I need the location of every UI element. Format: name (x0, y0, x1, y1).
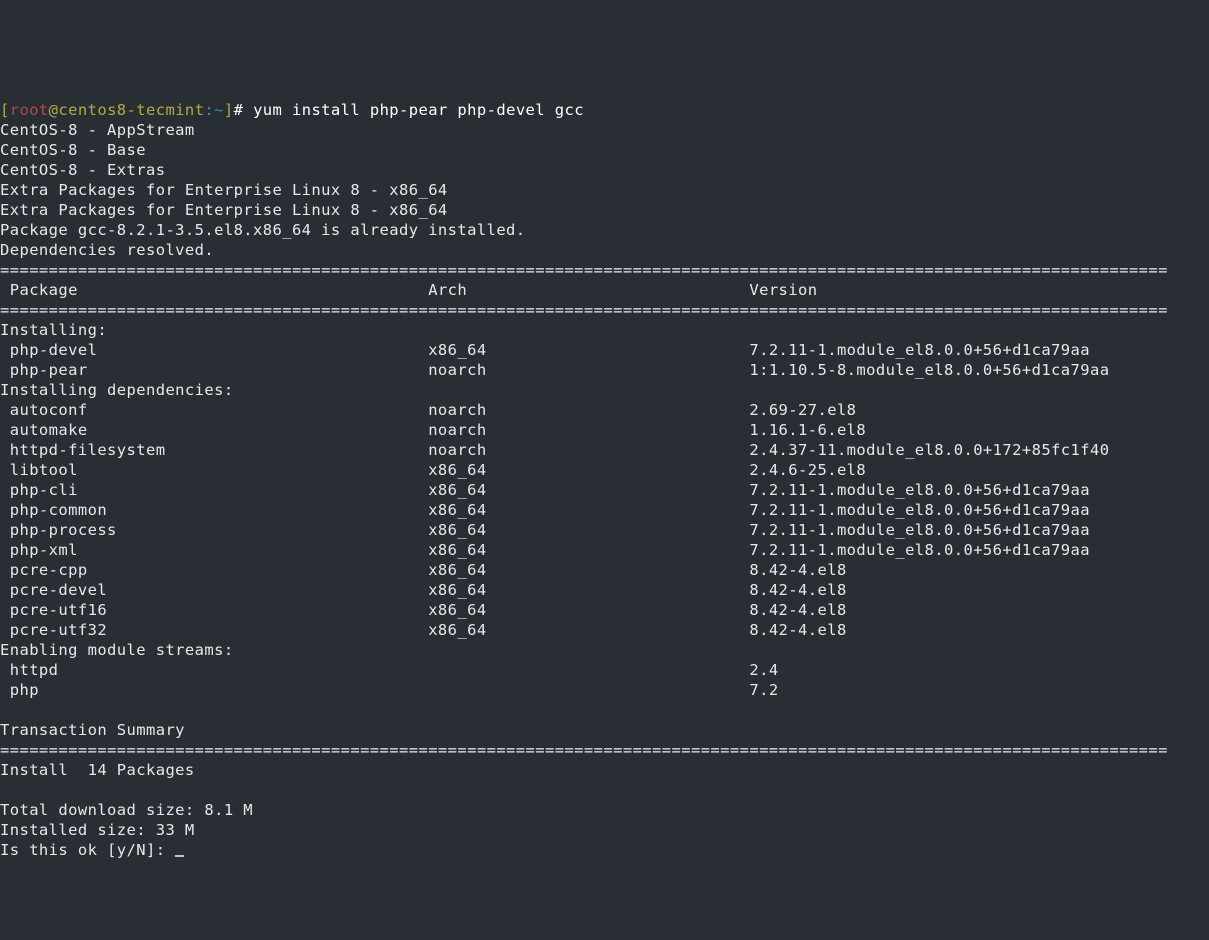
repo-line: Extra Packages for Enterprise Linux 8 - … (0, 181, 448, 199)
install-count: Install 14 Packages (0, 761, 195, 779)
prompt-path: ~ (214, 101, 224, 119)
repo-line: CentOS-8 - AppStream (0, 121, 195, 139)
pkg-arch: x86_64 (428, 501, 749, 519)
stream-row: httpd 2.4 (0, 661, 779, 679)
stream-arch (428, 661, 749, 679)
pkg-arch: x86_64 (428, 341, 749, 359)
pkg-arch: x86_64 (428, 581, 749, 599)
pkg-version: 7.2.11-1.module_el8.0.0+56+d1ca79aa (749, 501, 1090, 519)
pkg-version: 7.2.11-1.module_el8.0.0+56+d1ca79aa (749, 341, 1090, 359)
pkg-name: automake (0, 421, 428, 439)
pkg-row: php-common x86_64 7.2.11-1.module_el8.0.… (0, 501, 1090, 519)
pkg-version: 8.42-4.el8 (749, 561, 846, 579)
prompt-user: root (10, 101, 49, 119)
pkg-row: php-pear noarch 1:1.10.5-8.module_el8.0.… (0, 361, 1109, 379)
pkg-row: libtool x86_64 2.4.6-25.el8 (0, 461, 866, 479)
repo-line: CentOS-8 - Base (0, 141, 146, 159)
section-installing: Installing: (0, 321, 107, 339)
pkg-name: php-process (0, 521, 428, 539)
section-streams: Enabling module streams: (0, 641, 234, 659)
pkg-row: pcre-devel x86_64 8.42-4.el8 (0, 581, 847, 599)
pkg-name: autoconf (0, 401, 428, 419)
pkg-arch: noarch (428, 421, 749, 439)
pkg-name: pcre-utf32 (0, 621, 428, 639)
stream-arch (428, 681, 749, 699)
pkg-arch: noarch (428, 401, 749, 419)
pkg-version: 8.42-4.el8 (749, 581, 846, 599)
pkg-arch: x86_64 (428, 521, 749, 539)
pkg-name: httpd-filesystem (0, 441, 428, 459)
pkg-version: 2.4.6-25.el8 (749, 461, 866, 479)
confirm-text: Is this ok [y/N]: (0, 841, 175, 859)
hdr-package: Package (0, 281, 428, 299)
pkg-arch: noarch (428, 361, 749, 379)
pkg-row: php-cli x86_64 7.2.11-1.module_el8.0.0+5… (0, 481, 1090, 499)
download-size: Total download size: 8.1 M (0, 801, 253, 819)
repo-line: Extra Packages for Enterprise Linux 8 - … (0, 201, 448, 219)
bracket-close: ] (224, 101, 234, 119)
pkg-version: 2.69-27.el8 (749, 401, 856, 419)
pkg-name: pcre-utf16 (0, 601, 428, 619)
pkg-name: pcre-devel (0, 581, 428, 599)
stream-version: 2.4 (749, 661, 778, 679)
pkg-name: php-pear (0, 361, 428, 379)
summary-title: Transaction Summary (0, 721, 185, 739)
prompt-hash: # (234, 101, 253, 119)
cursor-icon (175, 855, 184, 857)
pkg-version: 1:1.10.5-8.module_el8.0.0+56+d1ca79aa (749, 361, 1109, 379)
pkg-row: automake noarch 1.16.1-6.el8 (0, 421, 866, 439)
already-installed: Package gcc-8.2.1-3.5.el8.x86_64 is alre… (0, 221, 526, 239)
pkg-version: 8.42-4.el8 (749, 621, 846, 639)
prompt-colon: : (204, 101, 214, 119)
stream-row: php 7.2 (0, 681, 779, 699)
pkg-row: pcre-utf32 x86_64 8.42-4.el8 (0, 621, 847, 639)
stream-name: httpd (0, 661, 428, 679)
pkg-version: 7.2.11-1.module_el8.0.0+56+d1ca79aa (749, 541, 1090, 559)
pkg-version: 8.42-4.el8 (749, 601, 846, 619)
pkg-arch: x86_64 (428, 601, 749, 619)
pkg-arch: x86_64 (428, 561, 749, 579)
pkg-name: php-devel (0, 341, 428, 359)
confirm-prompt[interactable]: Is this ok [y/N]: (0, 841, 184, 859)
hdr-version: Version (749, 281, 817, 299)
pkg-name: php-common (0, 501, 428, 519)
pkg-name: pcre-cpp (0, 561, 428, 579)
prompt-at: @ (49, 101, 59, 119)
stream-name: php (0, 681, 428, 699)
hr: ========================================… (0, 261, 1168, 279)
pkg-arch: x86_64 (428, 621, 749, 639)
hr: ========================================… (0, 741, 1168, 759)
pkg-version: 7.2.11-1.module_el8.0.0+56+d1ca79aa (749, 481, 1090, 499)
command-text: yum install php-pear php-devel gcc (253, 101, 584, 119)
hr: ========================================… (0, 301, 1168, 319)
pkg-row: autoconf noarch 2.69-27.el8 (0, 401, 856, 419)
prompt-host: centos8-tecmint (58, 101, 204, 119)
pkg-version: 1.16.1-6.el8 (749, 421, 866, 439)
pkg-version: 7.2.11-1.module_el8.0.0+56+d1ca79aa (749, 521, 1090, 539)
stream-version: 7.2 (749, 681, 778, 699)
pkg-arch: x86_64 (428, 481, 749, 499)
pkg-row: pcre-cpp x86_64 8.42-4.el8 (0, 561, 847, 579)
pkg-row: php-xml x86_64 7.2.11-1.module_el8.0.0+5… (0, 541, 1090, 559)
pkg-row: httpd-filesystem noarch 2.4.37-11.module… (0, 441, 1109, 459)
bracket-open: [ (0, 101, 10, 119)
pkg-row: php-devel x86_64 7.2.11-1.module_el8.0.0… (0, 341, 1090, 359)
repo-line: CentOS-8 - Extras (0, 161, 165, 179)
hdr-arch: Arch (428, 281, 749, 299)
terminal[interactable]: [root@centos8-tecmint:~]# yum install ph… (0, 80, 1209, 860)
pkg-arch: x86_64 (428, 541, 749, 559)
pkg-arch: x86_64 (428, 461, 749, 479)
header-row: Package Arch Version (0, 281, 817, 299)
pkg-row: pcre-utf16 x86_64 8.42-4.el8 (0, 601, 847, 619)
pkg-name: php-cli (0, 481, 428, 499)
pkg-version: 2.4.37-11.module_el8.0.0+172+85fc1f40 (749, 441, 1109, 459)
prompt-line: [root@centos8-tecmint:~]# yum install ph… (0, 101, 584, 119)
pkg-row: php-process x86_64 7.2.11-1.module_el8.0… (0, 521, 1090, 539)
pkg-name: libtool (0, 461, 428, 479)
pkg-arch: noarch (428, 441, 749, 459)
deps-resolved: Dependencies resolved. (0, 241, 214, 259)
section-deps: Installing dependencies: (0, 381, 234, 399)
pkg-name: php-xml (0, 541, 428, 559)
installed-size: Installed size: 33 M (0, 821, 195, 839)
